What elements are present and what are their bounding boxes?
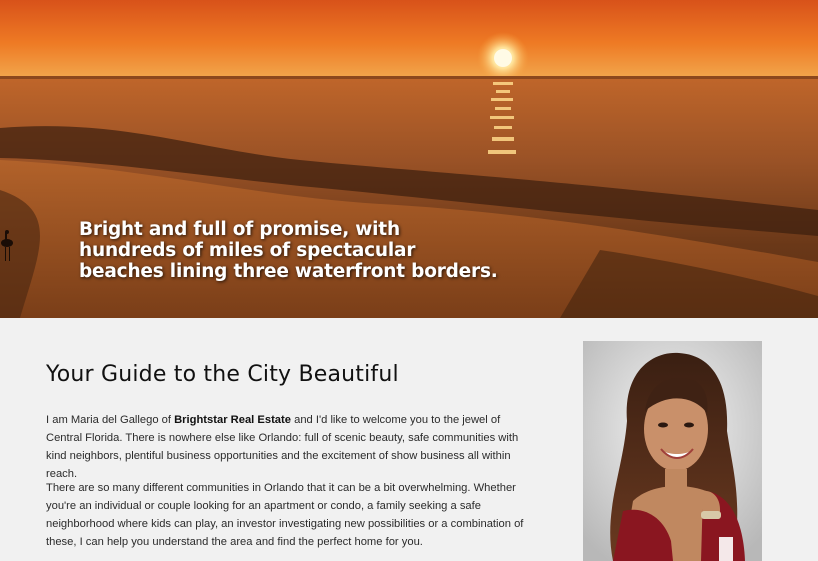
page-title: Your Guide to the City Beautiful bbox=[46, 362, 399, 387]
main-content: Your Guide to the City Beautiful I am Ma… bbox=[0, 318, 818, 561]
intro-paragraph: I am Maria del Gallego of Brightstar Rea… bbox=[46, 411, 526, 483]
company-name: Brightstar Real Estate bbox=[174, 414, 291, 426]
intro-text-start: I am Maria del Gallego of bbox=[46, 414, 175, 426]
agent-portrait-photo bbox=[583, 341, 762, 561]
communities-paragraph: There are so many different communities … bbox=[46, 482, 524, 548]
hero-headline-line: hundreds of miles of spectacular bbox=[79, 240, 416, 261]
hero-headline-line: beaches lining three waterfront borders. bbox=[79, 261, 498, 282]
hero-headline-line: Bright and full of promise, with bbox=[79, 219, 400, 240]
hero-banner: Bright and full of promise, with hundred… bbox=[0, 0, 818, 318]
hero-headline: Bright and full of promise, with hundred… bbox=[79, 219, 539, 282]
agent-portrait bbox=[583, 341, 762, 561]
